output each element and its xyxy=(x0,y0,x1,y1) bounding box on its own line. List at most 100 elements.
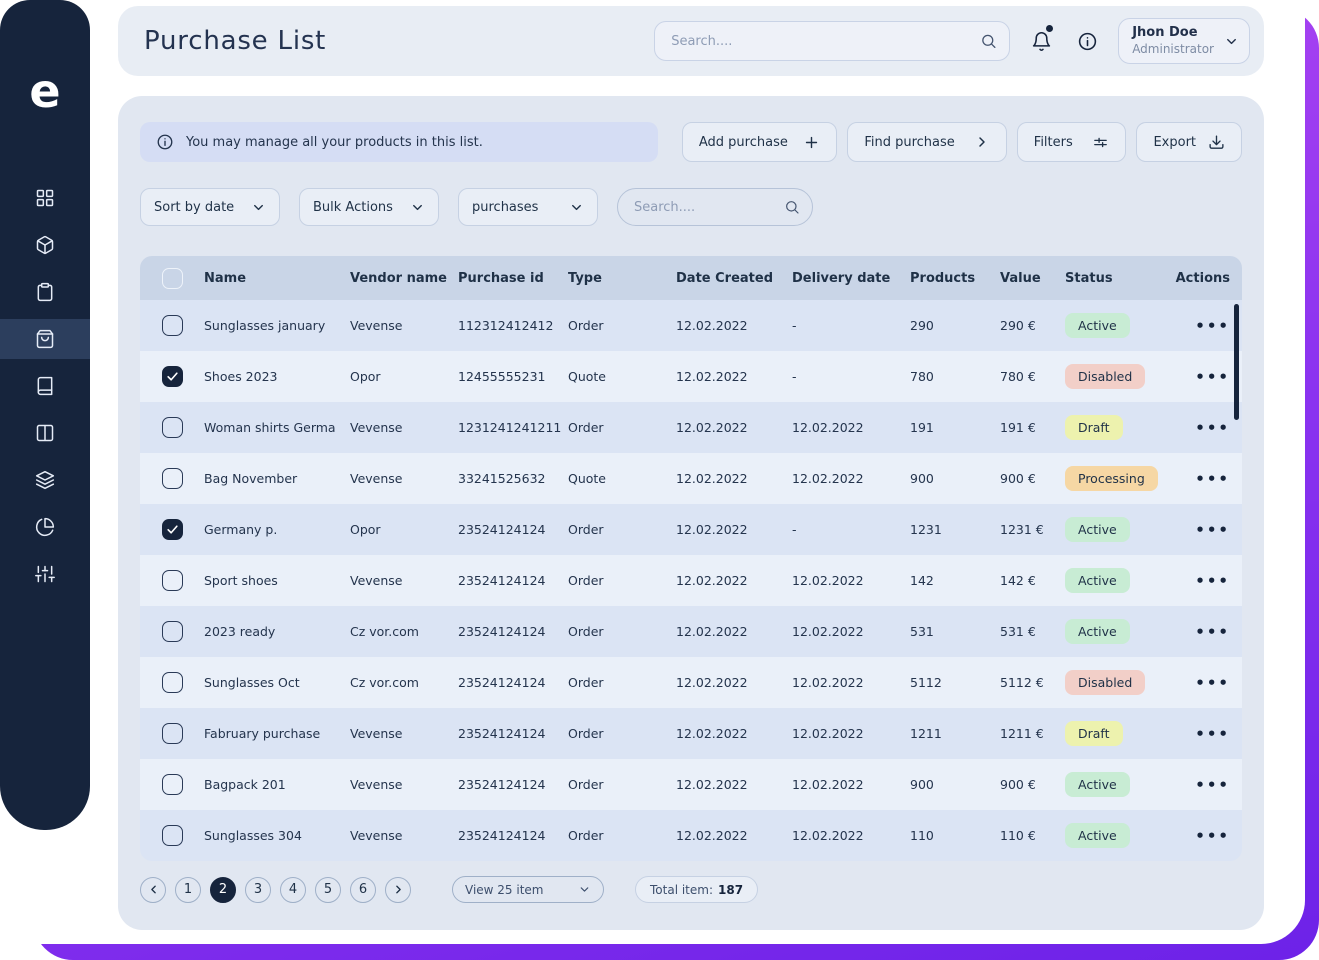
row-actions-button[interactable]: ••• xyxy=(1175,725,1242,743)
row-actions-button[interactable]: ••• xyxy=(1175,827,1242,845)
column-header-status[interactable]: Status xyxy=(1065,271,1175,286)
row-checkbox[interactable] xyxy=(161,672,183,693)
column-header-purchase-id[interactable]: Purchase id xyxy=(458,271,568,286)
notification-dot xyxy=(1046,25,1054,32)
column-header-value[interactable]: Value xyxy=(1000,271,1065,286)
sidebar-item-package[interactable] xyxy=(0,225,90,265)
row-actions-button[interactable]: ••• xyxy=(1175,572,1242,590)
status-badge: Active xyxy=(1065,517,1130,542)
cell-value: 5112 € xyxy=(1000,675,1044,690)
page-button-1[interactable]: 1 xyxy=(175,876,201,903)
select-all-checkbox[interactable] xyxy=(161,267,183,289)
cell-name: Shoes 2023 xyxy=(204,369,278,384)
export-button[interactable]: Export xyxy=(1136,122,1243,162)
cell-vendor-name: Cz vor.com xyxy=(350,624,419,639)
cell-vendor-name: Vevense xyxy=(350,726,403,741)
plus-icon xyxy=(803,134,820,151)
cell-products: 1231 xyxy=(910,522,942,537)
row-checkbox[interactable] xyxy=(161,621,183,642)
table-row: 2023 ready Cz vor.com 23524124124 Order 12.0… xyxy=(140,606,1242,657)
brand-logo: e xyxy=(29,64,61,118)
cell-status: Active xyxy=(1065,517,1175,542)
user-name: Jhon Doe xyxy=(1132,25,1198,41)
user-menu[interactable]: Jhon Doe Administrator xyxy=(1118,18,1250,64)
cell-purchase-id: 23524124124 xyxy=(458,675,546,690)
row-checkbox[interactable] xyxy=(161,366,183,387)
column-header-vendor-name[interactable]: Vendor name xyxy=(350,271,458,286)
entity-select[interactable]: purchases xyxy=(458,188,598,226)
row-checkbox[interactable] xyxy=(161,825,183,846)
page-size-select[interactable]: View 25 item xyxy=(452,876,604,903)
row-checkbox[interactable] xyxy=(161,774,183,795)
row-checkbox[interactable] xyxy=(161,315,183,336)
bulk-actions-select[interactable]: Bulk Actions xyxy=(299,188,439,226)
column-header-actions[interactable]: Actions xyxy=(1175,271,1242,286)
sidebar-item-pie-chart[interactable] xyxy=(0,507,90,547)
cell-products: 290 xyxy=(910,318,934,333)
cell-delivery-date: 12.02.2022 xyxy=(792,777,864,792)
cell-products: 191 xyxy=(910,420,934,435)
package-icon xyxy=(35,235,55,255)
column-header-products[interactable]: Products xyxy=(910,271,1000,286)
filters-button[interactable]: Filters xyxy=(1016,122,1127,162)
cell-value: 1231 € xyxy=(1000,522,1044,537)
column-header-date-created[interactable]: Date Created xyxy=(676,271,792,286)
sort-select[interactable]: Sort by date xyxy=(140,188,280,226)
add-purchase-button[interactable]: Add purchase xyxy=(681,122,838,162)
page-button-3[interactable]: 3 xyxy=(245,876,271,903)
chevron-down-icon xyxy=(569,200,584,215)
column-header-delivery-date[interactable]: Delivery date xyxy=(792,271,910,286)
row-actions-button[interactable]: ••• xyxy=(1175,674,1242,692)
cell-value: 531 € xyxy=(1000,624,1036,639)
page-button-4[interactable]: 4 xyxy=(280,876,306,903)
row-checkbox[interactable] xyxy=(161,570,183,591)
row-actions-button[interactable]: ••• xyxy=(1175,317,1242,335)
sidebar-nav xyxy=(0,178,90,594)
prev-page-button[interactable] xyxy=(140,876,166,903)
cell-purchase-id: 33241525632 xyxy=(458,471,546,486)
row-actions-button[interactable]: ••• xyxy=(1175,623,1242,641)
info-banner-text: You may manage all your products in this… xyxy=(186,134,483,150)
sidebar-item-shopping-bag[interactable] xyxy=(0,319,90,359)
table-row: Fabruary purchase Vevense 23524124124 Order… xyxy=(140,708,1242,759)
row-checkbox[interactable] xyxy=(161,468,183,489)
cell-name: Sunglasses 304 xyxy=(204,828,302,843)
page-button-2[interactable]: 2 xyxy=(210,876,236,903)
sidebar-item-layers[interactable] xyxy=(0,460,90,500)
global-search-input[interactable] xyxy=(654,21,1011,61)
next-page-button[interactable] xyxy=(385,876,411,903)
row-actions-button[interactable]: ••• xyxy=(1175,776,1242,794)
notifications-button[interactable] xyxy=(1026,25,1056,56)
sidebar-item-clipboard[interactable] xyxy=(0,272,90,312)
pagination-pages: 123456 xyxy=(175,876,376,903)
ellipsis-icon: ••• xyxy=(1195,826,1230,845)
page-button-6[interactable]: 6 xyxy=(350,876,376,903)
row-checkbox[interactable] xyxy=(161,417,183,438)
sidebar-item-dashboard-grid[interactable] xyxy=(0,178,90,218)
cell-delivery-date: - xyxy=(792,369,797,384)
sidebar-item-sliders[interactable] xyxy=(0,554,90,594)
table-scrollbar[interactable] xyxy=(1234,304,1239,420)
row-checkbox[interactable] xyxy=(161,723,183,744)
find-purchase-button[interactable]: Find purchase xyxy=(847,122,1007,162)
column-header-type[interactable]: Type xyxy=(568,271,676,286)
row-actions-button[interactable]: ••• xyxy=(1175,470,1242,488)
cell-date-created: 12.02.2022 xyxy=(676,675,748,690)
cell-vendor-name: Vevense xyxy=(350,777,403,792)
page-button-5[interactable]: 5 xyxy=(315,876,341,903)
cell-purchase-id: 23524124124 xyxy=(458,777,546,792)
column-header-name[interactable]: Name xyxy=(204,271,350,286)
cell-name: Bag November xyxy=(204,471,298,486)
sidebar-item-columns[interactable] xyxy=(0,413,90,453)
row-actions-button[interactable]: ••• xyxy=(1175,419,1242,437)
row-checkbox[interactable] xyxy=(161,519,183,540)
search-icon xyxy=(784,199,800,215)
chevron-down-icon xyxy=(578,883,591,896)
row-actions-button[interactable]: ••• xyxy=(1175,368,1242,386)
info-icon xyxy=(1077,31,1098,52)
cell-type: Order xyxy=(568,573,604,588)
pie-chart-icon xyxy=(35,517,55,537)
sidebar-item-book[interactable] xyxy=(0,366,90,406)
row-actions-button[interactable]: ••• xyxy=(1175,521,1242,539)
info-button[interactable] xyxy=(1072,26,1102,56)
